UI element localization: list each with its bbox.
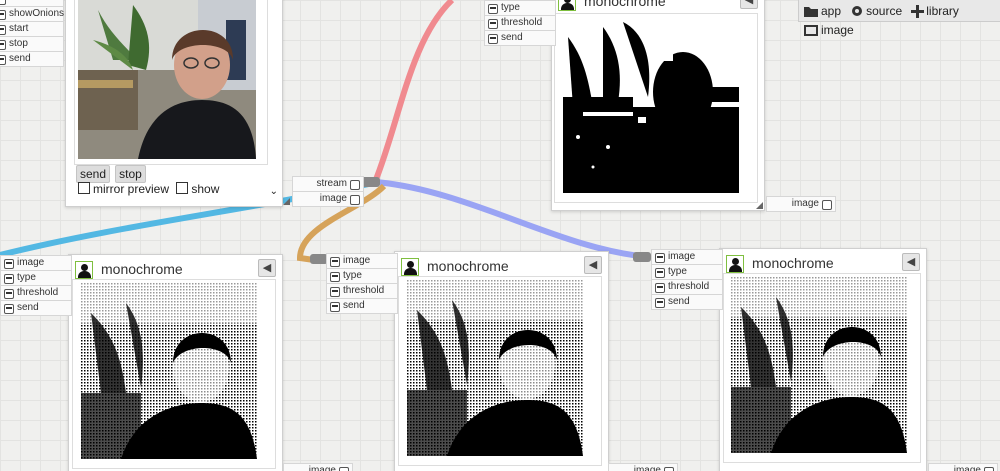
module-title: monochrome <box>584 0 666 9</box>
person-icon <box>401 258 419 276</box>
port-threshold[interactable]: threshold <box>651 279 723 295</box>
dither-preview <box>723 273 921 463</box>
port-stop[interactable]: stop <box>0 36 64 52</box>
module-header: monochrome ◀ <box>726 253 920 275</box>
port-type[interactable]: type <box>326 268 398 284</box>
port-start[interactable]: start <box>0 21 64 37</box>
image-button[interactable]: image <box>803 23 854 37</box>
port-image-out[interactable]: image <box>928 463 998 471</box>
chevron-down-icon[interactable]: ⌄ <box>270 186 278 197</box>
port-threshold[interactable]: threshold <box>0 285 72 301</box>
collapse-button[interactable]: ◀ <box>740 0 758 9</box>
port-send[interactable]: send <box>0 300 72 316</box>
camera-options: mirror preview show <box>78 182 219 196</box>
show-checkbox[interactable] <box>176 182 189 194</box>
monochrome-module-3: monochrome ◀ <box>719 248 927 471</box>
port-image[interactable]: image <box>0 255 72 271</box>
toolbar: app source library image <box>798 0 1000 37</box>
camera-inputs: showOnions start stop send <box>0 0 64 67</box>
port-image-out[interactable]: image <box>608 463 678 471</box>
wire-plug <box>633 252 651 262</box>
camera-module: send stop mirror preview show ⌄ <box>65 0 283 207</box>
person-icon <box>726 255 744 273</box>
library-button[interactable]: library <box>911 4 959 18</box>
dither-image <box>731 277 907 453</box>
stop-button[interactable]: stop <box>115 165 146 183</box>
port-threshold[interactable]: threshold <box>326 283 398 299</box>
node1-inputs: image type threshold send <box>0 255 72 316</box>
node2-inputs: image type threshold send <box>326 253 398 314</box>
module-header: monochrome ◀ <box>558 0 758 13</box>
person-icon <box>75 261 93 279</box>
resize-handle[interactable] <box>283 198 290 205</box>
node3-outputs: image <box>928 463 998 471</box>
dither-image <box>81 283 257 459</box>
mirror-preview-checkbox[interactable] <box>78 182 90 194</box>
port-send[interactable]: send <box>0 51 64 67</box>
top-node-inputs: type threshold send <box>484 0 556 46</box>
top-node-outputs: image <box>766 196 836 212</box>
resize-handle[interactable] <box>756 202 763 209</box>
camera-controls: send stop <box>76 163 146 183</box>
threshold-preview <box>554 13 758 203</box>
person-icon <box>558 0 576 11</box>
port-type[interactable]: type <box>484 0 556 16</box>
module-title: monochrome <box>427 258 509 274</box>
send-button[interactable]: send <box>76 165 111 183</box>
port-threshold[interactable]: threshold <box>484 15 556 31</box>
wire-pink[interactable] <box>372 0 455 184</box>
port-stream[interactable]: stream <box>292 176 364 192</box>
camera-feed-image <box>78 0 256 159</box>
module-header: monochrome ◀ <box>75 259 276 281</box>
port-send[interactable]: send <box>651 294 723 310</box>
port-type[interactable]: type <box>651 264 723 280</box>
module-header: monochrome ◀ <box>401 256 602 278</box>
app-button[interactable]: app <box>803 4 841 18</box>
dither-image <box>407 280 583 456</box>
monochrome-module-top: monochrome ◀ <box>551 0 765 211</box>
port-showonions[interactable]: showOnions <box>0 6 64 22</box>
port-image[interactable]: image <box>651 249 723 265</box>
port-type[interactable]: type <box>0 270 72 286</box>
node3-inputs: image type threshold send <box>651 249 723 310</box>
port-send[interactable]: send <box>484 30 556 46</box>
monochrome-module-1: monochrome ◀ <box>68 254 283 471</box>
collapse-button[interactable]: ◀ <box>902 253 920 271</box>
module-title: monochrome <box>101 261 183 277</box>
threshold-image <box>563 17 739 193</box>
node1-outputs: image <box>283 463 353 471</box>
port-send[interactable]: send <box>326 298 398 314</box>
dither-preview <box>398 276 602 466</box>
port-image[interactable]: image <box>326 253 398 269</box>
camera-outputs: stream image <box>292 176 364 207</box>
port-image-out[interactable]: image <box>292 191 364 207</box>
port-image-out[interactable]: image <box>283 463 353 471</box>
camera-preview <box>74 0 268 165</box>
dither-preview <box>72 279 276 469</box>
node2-outputs: image <box>608 463 678 471</box>
port-image-out[interactable]: image <box>766 196 836 212</box>
collapse-button[interactable]: ◀ <box>584 256 602 274</box>
show-label: show <box>191 182 220 196</box>
module-title: monochrome <box>752 255 834 271</box>
monochrome-module-2: monochrome ◀ <box>394 251 609 471</box>
mirror-preview-label: mirror preview <box>93 182 170 196</box>
collapse-button[interactable]: ◀ <box>258 259 276 277</box>
source-button[interactable]: source <box>850 4 902 18</box>
